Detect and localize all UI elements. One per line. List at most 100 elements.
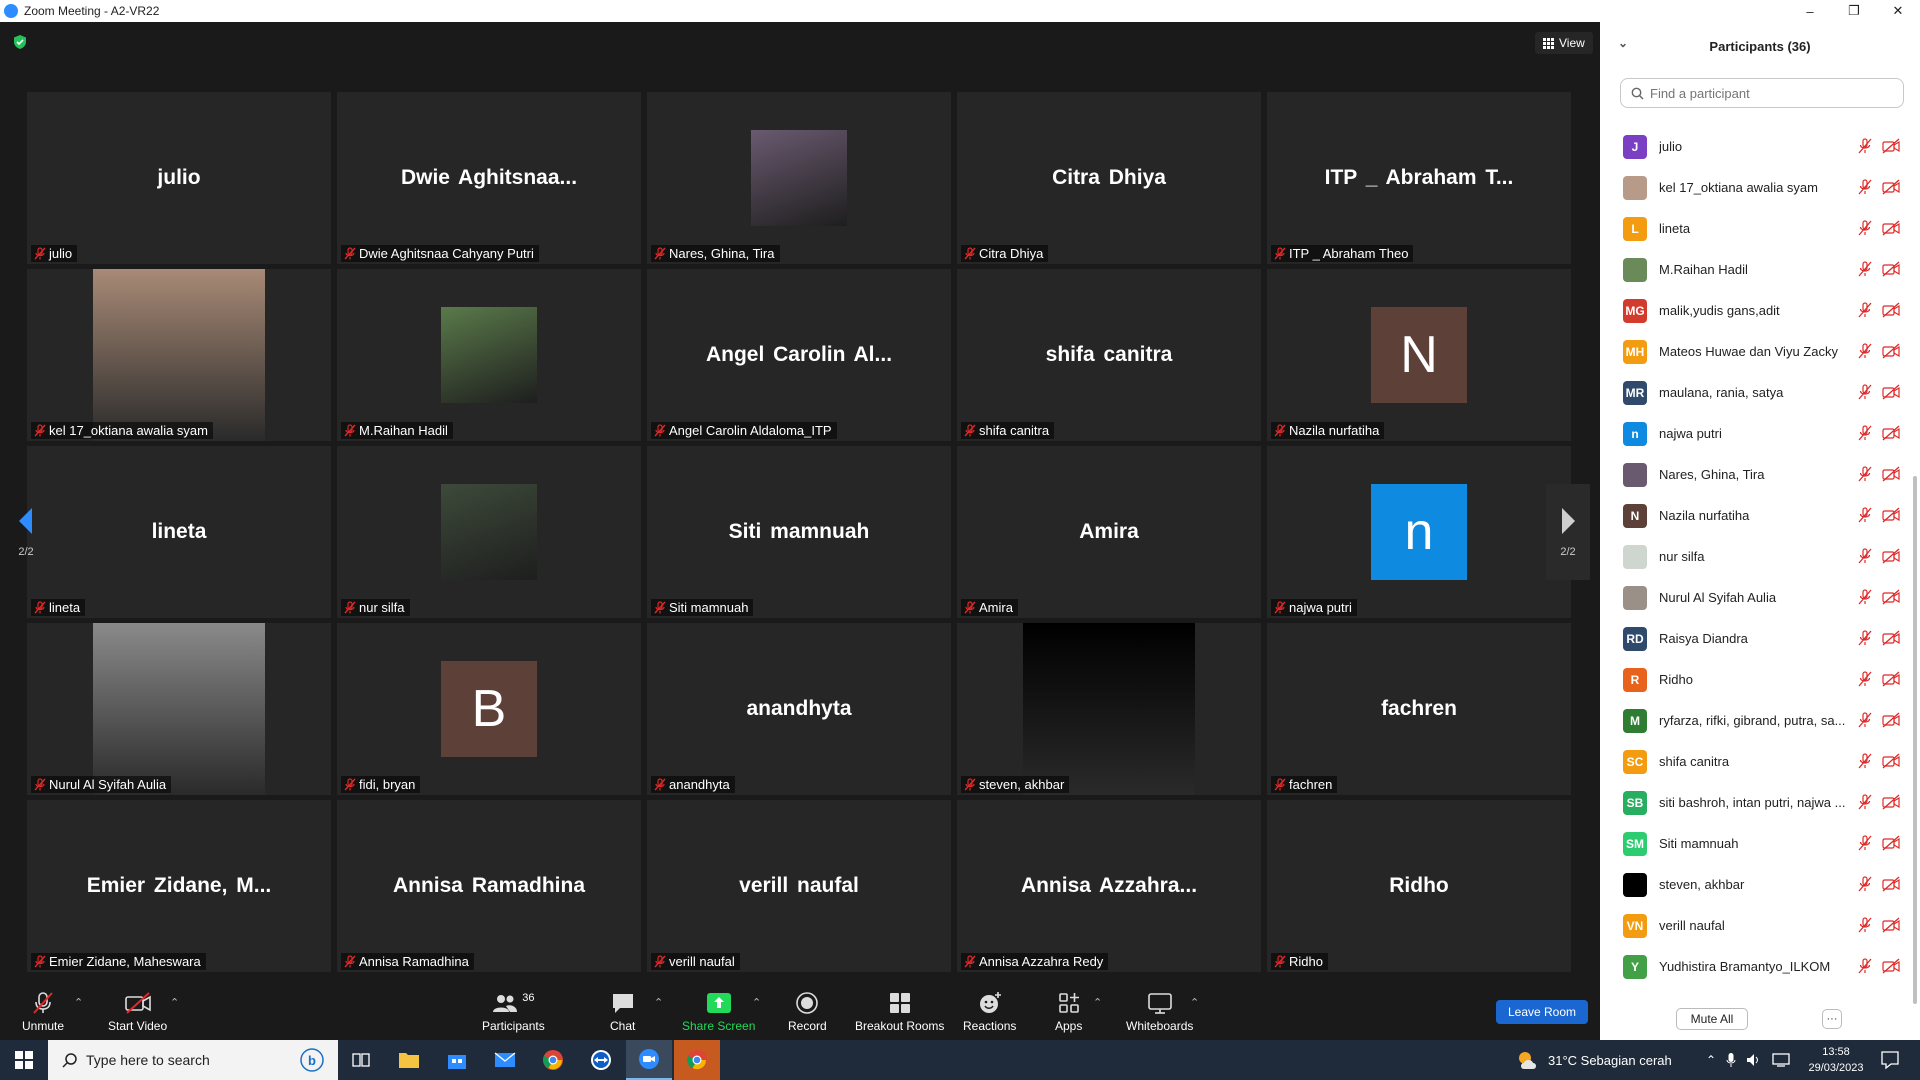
video-off-icon[interactable]: [1882, 958, 1900, 974]
participant-list-item[interactable]: Y Yudhistira Bramantyo_ILKOM: [1600, 946, 1912, 987]
mute-all-button[interactable]: Mute All: [1676, 1008, 1748, 1030]
participant-tile[interactable]: Nares, Ghina, Tira: [647, 92, 951, 264]
participant-list-item[interactable]: Jjulio: [1600, 126, 1912, 167]
whiteboard-options-caret[interactable]: ⌃: [1190, 996, 1199, 1009]
participant-list-item[interactable]: R Ridho: [1600, 659, 1912, 700]
participant-list-item[interactable]: MG malik,yudis gans,adit: [1600, 290, 1912, 331]
muted-mic-icon[interactable]: [1858, 589, 1872, 605]
share-screen-button[interactable]: Share Screen: [682, 990, 755, 1033]
video-off-icon[interactable]: [1882, 835, 1900, 851]
participant-list-item[interactable]: n najwa putri: [1600, 413, 1912, 454]
muted-mic-icon[interactable]: [1858, 671, 1872, 687]
security-shield-icon[interactable]: [12, 34, 28, 50]
participant-tile[interactable]: Amira Amira: [957, 446, 1261, 618]
participant-list-item[interactable]: steven, akhbar: [1600, 864, 1912, 905]
participant-list-item[interactable]: SC shifa canitra: [1600, 741, 1912, 782]
muted-mic-icon[interactable]: [1858, 753, 1872, 769]
muted-mic-icon[interactable]: [1858, 343, 1872, 359]
muted-mic-icon[interactable]: [1858, 835, 1872, 851]
participant-tile[interactable]: Emier Zidane, M... Emier Zidane, Maheswar…: [27, 800, 331, 972]
task-view-button[interactable]: [338, 1040, 384, 1080]
apps-options-caret[interactable]: ⌃: [1093, 996, 1102, 1009]
participant-tile[interactable]: Ridho Ridho: [1267, 800, 1571, 972]
video-off-icon[interactable]: [1882, 138, 1900, 154]
participant-list-scrollbar[interactable]: [1912, 126, 1918, 1006]
reactions-button[interactable]: Reactions: [963, 990, 1016, 1033]
participant-tile[interactable]: shifa canitra shifa canitra: [957, 269, 1261, 441]
participant-list-item[interactable]: M.Raihan Hadil: [1600, 249, 1912, 290]
participant-list-item[interactable]: VN verill naufal: [1600, 905, 1912, 946]
store-app[interactable]: [434, 1040, 480, 1080]
video-off-icon[interactable]: [1882, 548, 1900, 564]
maximize-button[interactable]: ❐: [1832, 0, 1876, 22]
participant-list-item[interactable]: SM Siti mamnuah: [1600, 823, 1912, 864]
video-off-icon[interactable]: [1882, 466, 1900, 482]
video-off-icon[interactable]: [1882, 671, 1900, 687]
unmute-button[interactable]: Unmute: [22, 990, 64, 1033]
participant-list-item[interactable]: Nares, Ghina, Tira: [1600, 454, 1912, 495]
video-off-icon[interactable]: [1882, 507, 1900, 523]
participant-list-item[interactable]: Mryfarza, rifki, gibrand, putra, sa...: [1600, 700, 1912, 741]
muted-mic-icon[interactable]: [1858, 712, 1872, 728]
apps-button[interactable]: Apps: [1055, 990, 1082, 1033]
muted-mic-icon[interactable]: [1858, 507, 1872, 523]
teamviewer-app[interactable]: [578, 1040, 624, 1080]
participant-tile[interactable]: Annisa Azzahra... Annisa Azzahra Redy: [957, 800, 1261, 972]
video-off-icon[interactable]: [1882, 261, 1900, 277]
notification-center-icon[interactable]: [1880, 1050, 1900, 1070]
previous-page-button[interactable]: 2/2: [4, 484, 48, 580]
participant-tile[interactable]: Dwie Aghitsnaa... Dwie Aghitsnaa Cahyany …: [337, 92, 641, 264]
muted-mic-icon[interactable]: [1858, 261, 1872, 277]
video-off-icon[interactable]: [1882, 302, 1900, 318]
video-off-icon[interactable]: [1882, 425, 1900, 441]
participant-tile[interactable]: lineta lineta: [27, 446, 331, 618]
video-off-icon[interactable]: [1882, 220, 1900, 236]
participant-tile[interactable]: N Nazila nurfatiha: [1267, 269, 1571, 441]
video-off-icon[interactable]: [1882, 917, 1900, 933]
whiteboards-button[interactable]: Whiteboards: [1126, 990, 1193, 1033]
muted-mic-icon[interactable]: [1858, 548, 1872, 564]
collapse-chevron-icon[interactable]: ⌄: [1618, 36, 1628, 50]
participant-list-item[interactable]: MR maulana, rania, satya: [1600, 372, 1912, 413]
chat-button[interactable]: Chat: [610, 990, 635, 1033]
participant-tile[interactable]: Annisa Ramadhina Annisa Ramadhina: [337, 800, 641, 972]
close-button[interactable]: ✕: [1876, 0, 1920, 22]
video-off-icon[interactable]: [1882, 343, 1900, 359]
record-button[interactable]: Record: [788, 990, 827, 1033]
muted-mic-icon[interactable]: [1858, 876, 1872, 892]
muted-mic-icon[interactable]: [1858, 917, 1872, 933]
start-video-button[interactable]: Start Video: [108, 990, 167, 1033]
participant-tile[interactable]: Nurul Al Syifah Aulia: [27, 623, 331, 795]
video-off-icon[interactable]: [1882, 712, 1900, 728]
chrome-app[interactable]: [530, 1040, 576, 1080]
participant-list-item[interactable]: nur silfa: [1600, 536, 1912, 577]
taskbar-clock[interactable]: 13:58 29/03/2023: [1800, 1044, 1872, 1076]
muted-mic-icon[interactable]: [1858, 138, 1872, 154]
participant-tile[interactable]: kel 17_oktiana awalia syam: [27, 269, 331, 441]
participant-tile[interactable]: anandhyta anandhyta: [647, 623, 951, 795]
next-page-button[interactable]: 2/2: [1546, 484, 1590, 580]
file-explorer-app[interactable]: [386, 1040, 432, 1080]
more-options-button[interactable]: ···: [1822, 1009, 1842, 1029]
participant-list-item[interactable]: N Nazila nurfatiha: [1600, 495, 1912, 536]
breakout-rooms-button[interactable]: Breakout Rooms: [855, 990, 944, 1033]
volume-icon[interactable]: [1746, 1053, 1762, 1067]
chrome-remote-app[interactable]: [674, 1040, 720, 1080]
bing-icon[interactable]: b: [300, 1048, 324, 1072]
participants-button[interactable]: 36 Participants: [482, 990, 545, 1033]
chat-options-caret[interactable]: ⌃: [654, 996, 663, 1009]
network-icon[interactable]: [1772, 1053, 1790, 1067]
participant-tile[interactable]: ITP _ Abraham T... ITP _ Abraham Theo: [1267, 92, 1571, 264]
video-off-icon[interactable]: [1882, 589, 1900, 605]
minimize-button[interactable]: –: [1788, 0, 1832, 22]
video-off-icon[interactable]: [1882, 630, 1900, 646]
participant-tile[interactable]: nur silfa: [337, 446, 641, 618]
leave-room-button[interactable]: Leave Room: [1496, 1000, 1588, 1024]
participant-list-item[interactable]: SB siti bashroh, intan putri, najwa ...: [1600, 782, 1912, 823]
microphone-icon[interactable]: [1726, 1052, 1736, 1068]
zoom-app[interactable]: [626, 1040, 672, 1080]
video-off-icon[interactable]: [1882, 876, 1900, 892]
participant-tile[interactable]: verill naufal verill naufal: [647, 800, 951, 972]
start-button[interactable]: [0, 1040, 48, 1080]
weather-widget[interactable]: 31°C Sebagian cerah: [1516, 1040, 1672, 1080]
